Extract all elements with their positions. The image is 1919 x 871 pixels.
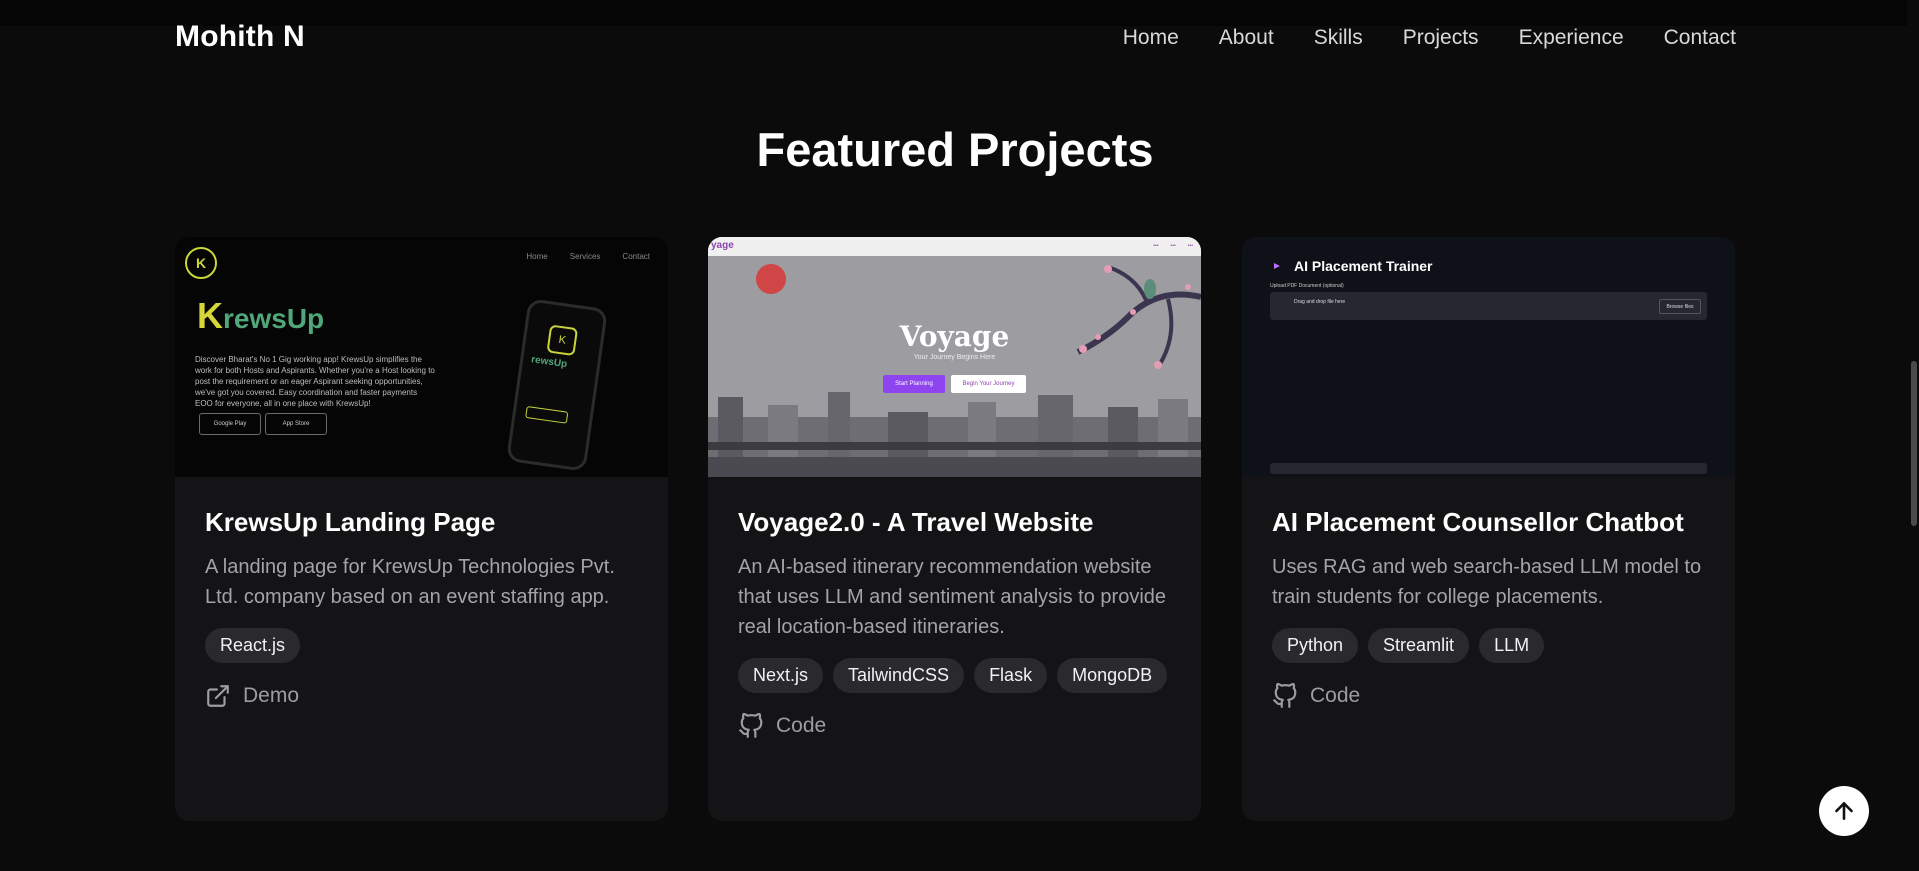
project-description: An AI-based itinerary recommendation web… [738, 556, 1167, 638]
project-title: Voyage2.0 - A Travel Website [738, 507, 1094, 537]
thumb-description: Discover Bharat's No 1 Gig working app! … [195, 355, 435, 408]
code-link[interactable]: Code [1272, 683, 1712, 709]
thumb-nav: ••• ••• ••• [1153, 243, 1193, 249]
tech-tag: Python [1272, 628, 1359, 663]
project-card-ai-placement: AI Placement Trainer Upload PDF Document… [1242, 237, 1735, 821]
project-title: AI Placement Counsellor Chatbot [1272, 507, 1684, 537]
nav-link-experience[interactable]: Experience [1519, 26, 1624, 50]
code-link-label: Code [1310, 684, 1361, 707]
scrollbar-thumb[interactable] [1911, 361, 1917, 526]
page-scrollbar[interactable] [1907, 0, 1919, 871]
project-card-krewsup: K Home Services Contact KrewsUp Discover… [175, 237, 668, 821]
tech-tag: TailwindCSS [833, 658, 965, 693]
thumb-nav-item: Services [569, 252, 601, 261]
nav-link-skills[interactable]: Skills [1314, 26, 1363, 50]
section-title: Featured Projects [756, 123, 1154, 176]
phone-button [525, 405, 569, 424]
external-link-icon [207, 685, 229, 707]
thumb-upload-label: Upload PDF Document (optional) [1270, 283, 1344, 289]
thumb-nav-item: Home [526, 252, 548, 261]
app-store-badge: App Store [265, 413, 327, 435]
tech-tag: Flask [974, 658, 1048, 693]
tech-tags: React.js [205, 628, 645, 663]
project-description: A landing page for KrewsUp Technologies … [205, 556, 615, 608]
thumb-nav-item: Contact [622, 252, 650, 261]
thumb-title: AI Placement Trainer [1294, 258, 1433, 274]
nav-link-projects[interactable]: Projects [1403, 26, 1479, 50]
tech-tag: MongoDB [1057, 658, 1168, 693]
krewsup-logo-icon: K [185, 247, 217, 279]
thumb-brand-text: rewsUp [223, 303, 325, 334]
project-description: Uses RAG and web search-based LLM model … [1272, 556, 1702, 608]
google-play-badge: Google Play [199, 413, 261, 435]
thumb-nav: Home Services Contact [526, 252, 650, 261]
thumb-drop-text: Drag and drop file here [1294, 299, 1346, 305]
phone-logo-icon: K [546, 324, 579, 357]
card-body: KrewsUp Landing Page A landing page for … [205, 507, 645, 709]
phone-mockup: K rewsUp [505, 298, 609, 472]
thumb-brand: KrewsUp [197, 295, 325, 336]
sun-shape [756, 264, 786, 294]
project-thumbnail: K Home Services Contact KrewsUp Discover… [175, 237, 668, 477]
brand-name[interactable]: Mohith N [175, 20, 305, 54]
project-thumbnail: yage ••• ••• ••• Voyage Your Journey Begin… [708, 237, 1201, 477]
thumb-logo: yage [711, 240, 734, 251]
thumb-title: Voyage [899, 320, 1010, 353]
project-thumbnail: AI Placement Trainer Upload PDF Document… [1242, 237, 1735, 477]
app-logo-icon [1274, 263, 1280, 269]
tech-tags: Python Streamlit LLM [1272, 628, 1712, 663]
project-title: KrewsUp Landing Page [205, 507, 496, 537]
nav-link-contact[interactable]: Contact [1664, 26, 1736, 50]
card-body: AI Placement Counsellor Chatbot Uses RAG… [1272, 507, 1712, 709]
github-icon [1273, 683, 1297, 708]
thumb-browse-button: Browse files [1659, 299, 1701, 314]
tech-tag: React.js [205, 628, 301, 663]
cityscape-illustration [708, 392, 1201, 477]
demo-link-label: Demo [243, 684, 300, 707]
arrow-up-icon [1835, 802, 1853, 820]
nav-link-about[interactable]: About [1219, 26, 1274, 50]
tech-tag: Streamlit [1368, 628, 1470, 663]
phone-brand: rewsUp [530, 354, 568, 371]
tech-tag: LLM [1479, 628, 1545, 663]
thumb-chat-input [1270, 463, 1707, 474]
project-card-voyage: yage ••• ••• ••• Voyage Your Journey Begin… [708, 237, 1201, 821]
thumb-subtitle: Your Journey Begins Here [913, 354, 996, 361]
scroll-to-top-button[interactable] [1819, 786, 1869, 836]
nav-link-home[interactable]: Home [1123, 26, 1179, 50]
thumb-topbar: yage ••• ••• ••• [708, 237, 1201, 256]
card-body: Voyage2.0 - A Travel Website An AI-based… [738, 507, 1178, 739]
code-link-label: Code [776, 714, 827, 737]
code-link[interactable]: Code [738, 713, 1178, 739]
nav-links: Home About Skills Projects Experience Co… [1123, 26, 1736, 50]
thumb-dropzone: Drag and drop file here Browse files [1270, 292, 1707, 320]
tech-tag: Next.js [738, 658, 824, 693]
github-icon [739, 713, 763, 738]
navbar: Mohith N Home About Skills Projects Expe… [0, 0, 1919, 78]
tech-tags: Next.js TailwindCSS Flask MongoDB [738, 658, 1178, 693]
demo-link[interactable]: Demo [205, 683, 645, 709]
